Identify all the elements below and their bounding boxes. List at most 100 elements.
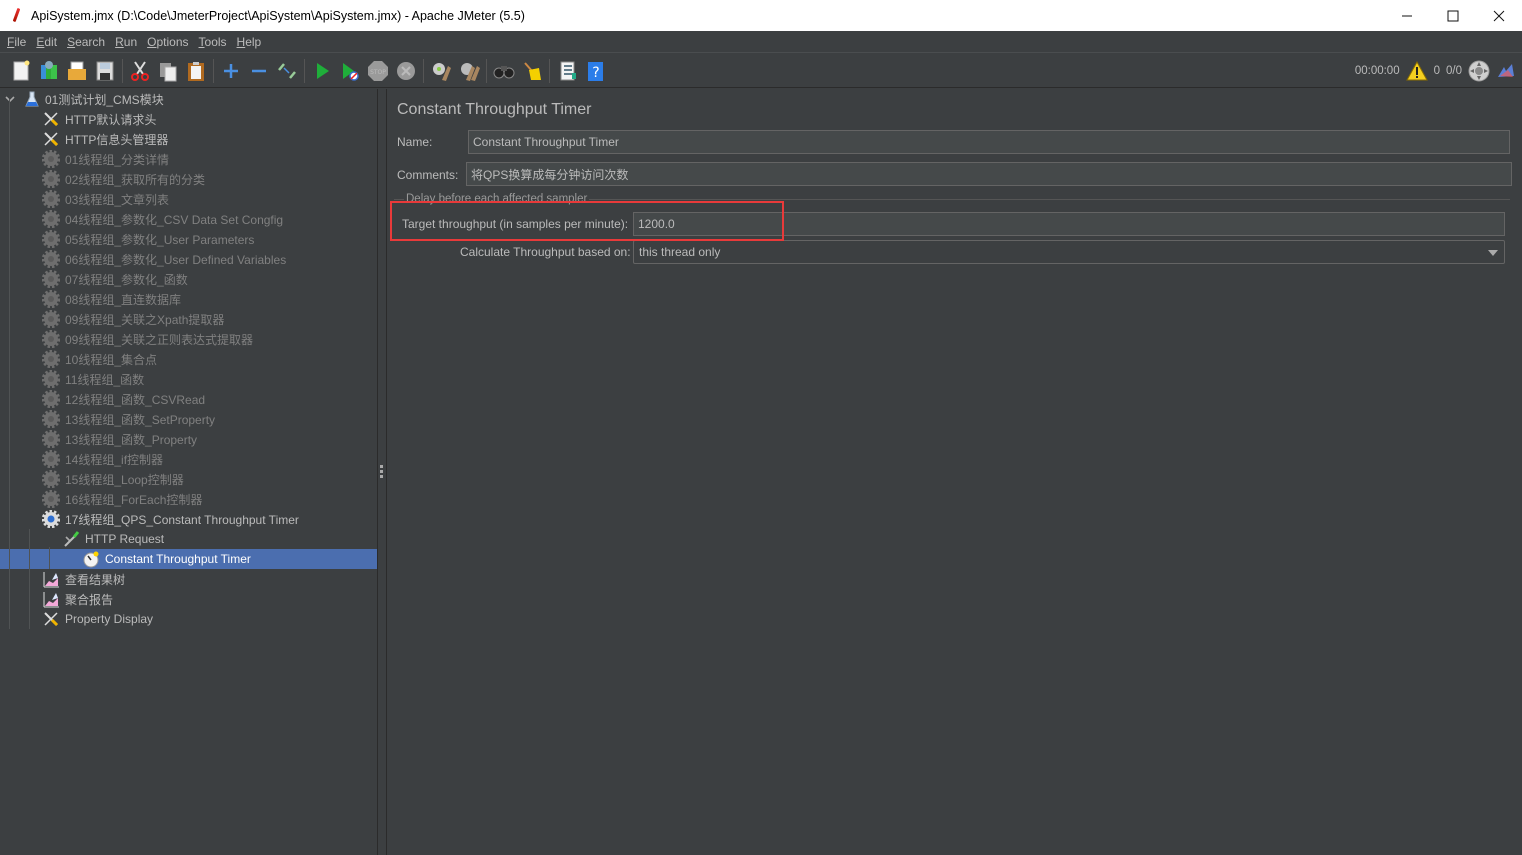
tree-node[interactable]: 13线程组_函数_Property: [0, 429, 377, 449]
tree-node[interactable]: 07线程组_参数化_函数: [0, 269, 377, 289]
start-no-pauses-icon: [343, 62, 359, 81]
tree-node[interactable]: 09线程组_关联之正则表达式提取器: [0, 329, 377, 349]
elapsed-time: 00:00:00: [1354, 65, 1400, 77]
tree-node[interactable]: 查看结果树: [0, 569, 377, 589]
open-button[interactable]: [63, 57, 91, 85]
stop-button[interactable]: STOP: [364, 57, 392, 85]
name-field[interactable]: Constant Throughput Timer: [468, 130, 1510, 154]
thread-group-icon: [41, 349, 61, 369]
tree-node[interactable]: 01线程组_分类详情: [0, 149, 377, 169]
tree-node[interactable]: 09线程组_关联之Xpath提取器: [0, 309, 377, 329]
tree-node[interactable]: 06线程组_参数化_User Defined Variables: [0, 249, 377, 269]
tree-node[interactable]: Property Display: [0, 609, 377, 629]
splitter-handle-icon: [380, 465, 384, 480]
search-button[interactable]: [490, 57, 518, 85]
tree-node[interactable]: 04线程组_参数化_CSV Data Set Congfig: [0, 209, 377, 229]
maximize-button[interactable]: [1430, 0, 1476, 31]
tree-node[interactable]: 08线程组_直连数据库: [0, 289, 377, 309]
tree-node[interactable]: 16线程组_ForEach控制器: [0, 489, 377, 509]
tree-node-label: 聚合报告: [65, 592, 114, 607]
close-button[interactable]: [1476, 0, 1522, 31]
shutdown-button[interactable]: [392, 57, 420, 85]
tree-node[interactable]: Constant Throughput Timer: [0, 549, 377, 569]
copy-button[interactable]: [154, 57, 182, 85]
toolbar: STOP? 00:00:00 0 0/0: [0, 54, 1522, 88]
save-button[interactable]: [91, 57, 119, 85]
menu-options[interactable]: Options: [142, 35, 193, 49]
tree-node[interactable]: HTTP信息头管理器: [0, 129, 377, 149]
annotation-highlight-box: [390, 201, 784, 241]
thread-group-icon: [41, 269, 61, 289]
tree-node[interactable]: 11线程组_函数: [0, 369, 377, 389]
toolbar-separator: [122, 58, 123, 83]
tree-node[interactable]: 12线程组_函数_CSVRead: [0, 389, 377, 409]
cut-button[interactable]: [126, 57, 154, 85]
menu-edit[interactable]: Edit: [31, 35, 62, 49]
toolbar-separator: [486, 58, 487, 83]
reset-search-button[interactable]: [518, 57, 546, 85]
collapse-button[interactable]: [245, 57, 273, 85]
clear-button[interactable]: [427, 57, 455, 85]
start-button[interactable]: [308, 57, 336, 85]
listener-icon: [42, 570, 60, 588]
close-icon: [1493, 10, 1505, 21]
thread-group-active-icon: [41, 509, 61, 529]
expand-button[interactable]: [217, 57, 245, 85]
log-viewer-icon[interactable]: [1496, 62, 1516, 80]
paste-icon: [188, 61, 204, 81]
tree-node-label: Property Display: [65, 612, 154, 626]
window-title-bar: ApiSystem.jmx (D:\Code\JmeterProject\Api…: [0, 0, 1522, 31]
toolbar-separator: [213, 58, 214, 83]
thread-group-icon: [41, 209, 61, 229]
tree-node-label: HTTP信息头管理器: [65, 132, 169, 147]
tree-node[interactable]: 03线程组_文章列表: [0, 189, 377, 209]
menu-tools[interactable]: Tools: [194, 35, 232, 49]
tree-node[interactable]: 17线程组_QPS_Constant Throughput Timer: [0, 509, 377, 529]
tree-node-label: 10线程组_集合点: [65, 352, 158, 367]
test-plan-tree[interactable]: 01测试计划_CMS模块 HTTP默认请求头 HTTP信息头管理器 01线程组_分类详…: [0, 89, 378, 855]
menu-search[interactable]: Search: [62, 35, 110, 49]
split-pane-divider[interactable]: [378, 89, 387, 855]
menu-label: elp: [245, 34, 262, 49]
toggle-button[interactable]: [273, 57, 301, 85]
expand-icon: [224, 63, 238, 78]
warning-icon[interactable]: [1405, 61, 1428, 81]
start-no-pauses-button[interactable]: [336, 57, 364, 85]
svg-text:?: ?: [592, 65, 599, 81]
tree-node-label: 16线程组_ForEach控制器: [65, 492, 203, 507]
thread-group-icon: [41, 389, 61, 409]
menu-run[interactable]: Run: [110, 35, 142, 49]
thread-group-icon: [41, 409, 61, 429]
comments-field[interactable]: 将QPS换算成每分钟访问次数: [466, 162, 1512, 186]
paste-button[interactable]: [182, 57, 210, 85]
tree-node-label: Constant Throughput Timer: [105, 552, 251, 566]
tree-node[interactable]: 14线程组_if控制器: [0, 449, 377, 469]
function-helper-button[interactable]: [553, 57, 581, 85]
minimize-button[interactable]: [1384, 0, 1430, 31]
thread-group-icon: [41, 289, 61, 309]
tree-node[interactable]: 聚合报告: [0, 589, 377, 609]
thread-group-icon: [41, 329, 61, 349]
tree-node[interactable]: 10线程组_集合点: [0, 349, 377, 369]
tree-node[interactable]: 13线程组_函数_SetProperty: [0, 409, 377, 429]
templates-button[interactable]: [35, 57, 63, 85]
tree-node[interactable]: 05线程组_参数化_User Parameters: [0, 229, 377, 249]
calculate-based-on-select[interactable]: this thread only: [633, 240, 1505, 264]
tree-node[interactable]: 02线程组_获取所有的分类: [0, 169, 377, 189]
tree-node[interactable]: 01测试计划_CMS模块: [0, 89, 377, 109]
tree-node[interactable]: HTTP默认请求头: [0, 109, 377, 129]
tree-node[interactable]: 15线程组_Loop控制器: [0, 469, 377, 489]
menu-help[interactable]: Help: [232, 35, 267, 49]
window-controls: [1384, 0, 1522, 31]
tree-node[interactable]: HTTP Request: [0, 529, 377, 549]
menu-file[interactable]: File: [2, 35, 31, 49]
copy-icon: [160, 62, 177, 81]
new-button[interactable]: [7, 57, 35, 85]
svg-text:STOP: STOP: [370, 69, 386, 76]
help-button[interactable]: ?: [581, 57, 609, 85]
config-tools-icon: [42, 110, 60, 128]
collapse-icon: [252, 69, 266, 72]
chevron-down-icon[interactable]: [4, 93, 16, 105]
http-sampler-icon: [62, 530, 80, 548]
clear-all-button[interactable]: [455, 57, 483, 85]
